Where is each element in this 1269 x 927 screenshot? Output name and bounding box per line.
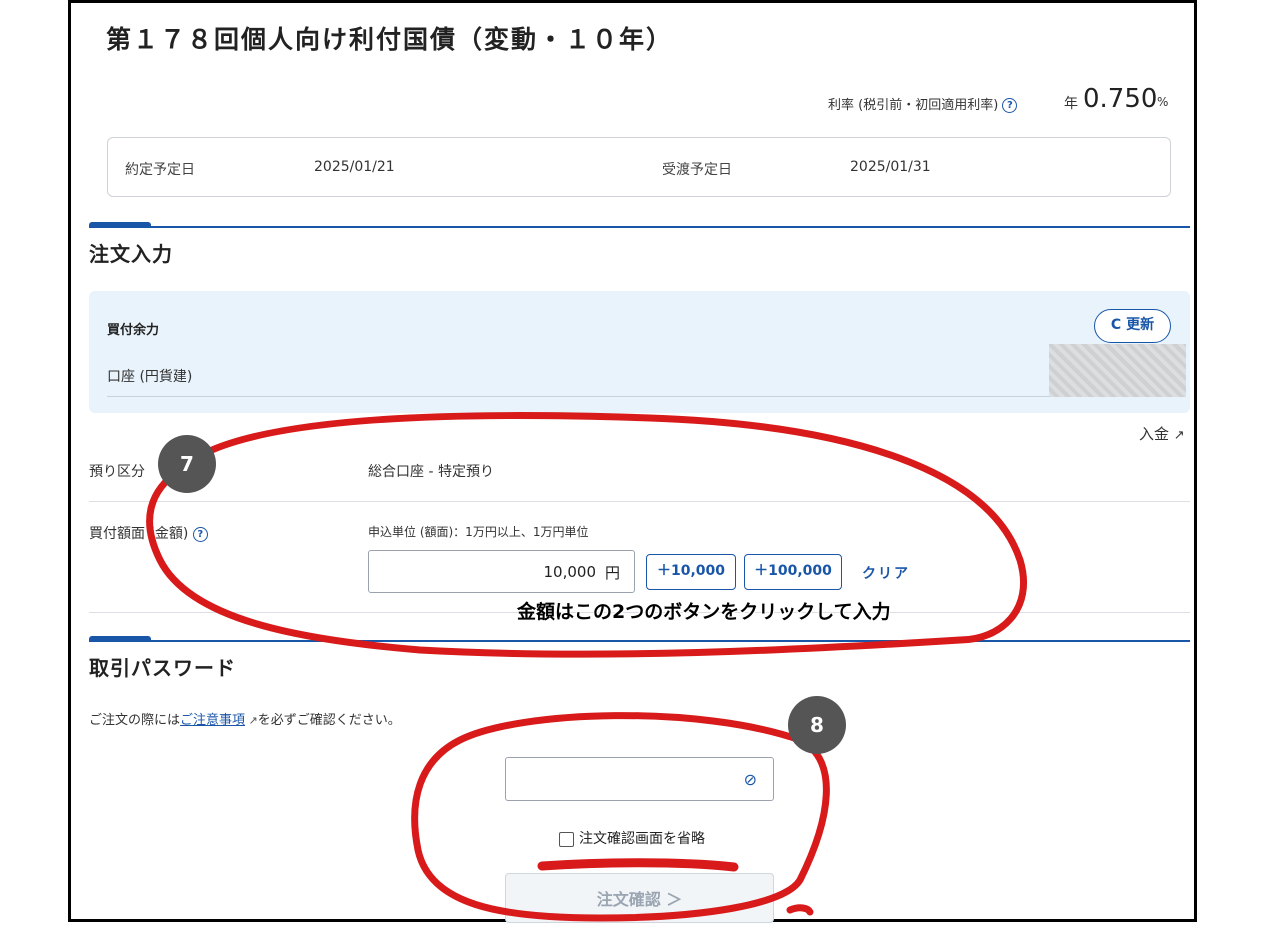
add-100000-button[interactable]: ＋100,000 bbox=[744, 554, 842, 590]
eye-off-icon[interactable]: ⊘ bbox=[744, 770, 757, 789]
custody-value: 総合口座 - 特定預り bbox=[368, 464, 494, 480]
account-label: 口座 (円貨建) bbox=[107, 369, 193, 385]
delivery-date-label: 受渡予定日 bbox=[662, 162, 732, 178]
notice-after: を必ずご確認ください。 bbox=[257, 713, 401, 728]
buying-power-title: 買付余力 bbox=[107, 323, 160, 338]
refresh-button[interactable]: C 更新 bbox=[1094, 309, 1171, 343]
skip-confirm-label: 注文確認画面を省略 bbox=[579, 831, 705, 847]
order-section-title: 注文入力 bbox=[89, 242, 173, 266]
row-divider bbox=[89, 501, 1190, 502]
masked-balance bbox=[1049, 344, 1186, 397]
step-badge-8: 8 bbox=[788, 696, 846, 754]
rate-value: 0.750 bbox=[1083, 84, 1158, 114]
deposit-link-label: 入金 bbox=[1139, 425, 1170, 443]
notice-text: ご注文の際にはご注意事項 ↗を必ずご確認ください。 bbox=[89, 709, 401, 728]
amount-label-text: 買付額面 (金額) bbox=[89, 526, 189, 542]
rate-year: 年 bbox=[1064, 96, 1078, 112]
help-icon[interactable]: ? bbox=[1002, 98, 1018, 113]
rate-label-text: 利率 (税引前・初回適用利率) bbox=[828, 98, 999, 113]
buying-power-panel bbox=[89, 291, 1190, 413]
step-badge-7: 7 bbox=[158, 435, 216, 493]
caution-link[interactable]: ご注意事項 bbox=[180, 713, 245, 728]
password-section-title: 取引パスワード bbox=[89, 656, 236, 680]
add-10000-button[interactable]: ＋10,000 bbox=[646, 554, 736, 590]
help-icon[interactable]: ? bbox=[192, 526, 208, 542]
rate-label: 利率 (税引前・初回適用利率) ? bbox=[828, 94, 1018, 113]
checkbox-box[interactable] bbox=[559, 831, 574, 847]
password-input[interactable]: ⊘ bbox=[505, 757, 774, 801]
section-divider bbox=[89, 640, 1190, 642]
skip-confirm-checkbox[interactable]: 注文確認画面を省略 bbox=[559, 828, 705, 848]
amount-input[interactable]: 10,000 円 bbox=[368, 550, 635, 593]
external-link-icon: ↗ bbox=[1173, 428, 1185, 443]
page-title: 第１７８回個人向け利付国債（変動・１０年） bbox=[106, 25, 674, 54]
deposit-link[interactable]: 入金 ↗ bbox=[1139, 423, 1185, 444]
custody-label: 預り区分 bbox=[89, 464, 145, 480]
power-divider bbox=[107, 396, 1052, 397]
annotation-note: 金額はこの2つのボタンをクリックして入力 bbox=[517, 601, 891, 623]
external-link-icon: ↗ bbox=[245, 714, 258, 727]
notice-before: ご注文の際には bbox=[89, 713, 181, 728]
rate-unit: % bbox=[1157, 95, 1169, 109]
clear-button[interactable]: クリア bbox=[862, 563, 910, 583]
section-divider bbox=[89, 226, 1190, 228]
order-confirm-button[interactable]: 注文確認 ＞ bbox=[505, 873, 774, 923]
delivery-date-value: 2025/01/31 bbox=[850, 159, 931, 175]
date-box bbox=[107, 137, 1171, 197]
contract-date-value: 2025/01/21 bbox=[314, 159, 395, 175]
unit-note: 申込単位 (額面)：1万円以上、1万円単位 bbox=[368, 525, 589, 539]
amount-value: 10,000 bbox=[543, 563, 597, 581]
contract-date-label: 約定予定日 bbox=[125, 162, 195, 178]
amount-unit: 円 bbox=[604, 564, 620, 582]
amount-label: 買付額面 (金額) ? bbox=[89, 523, 208, 543]
